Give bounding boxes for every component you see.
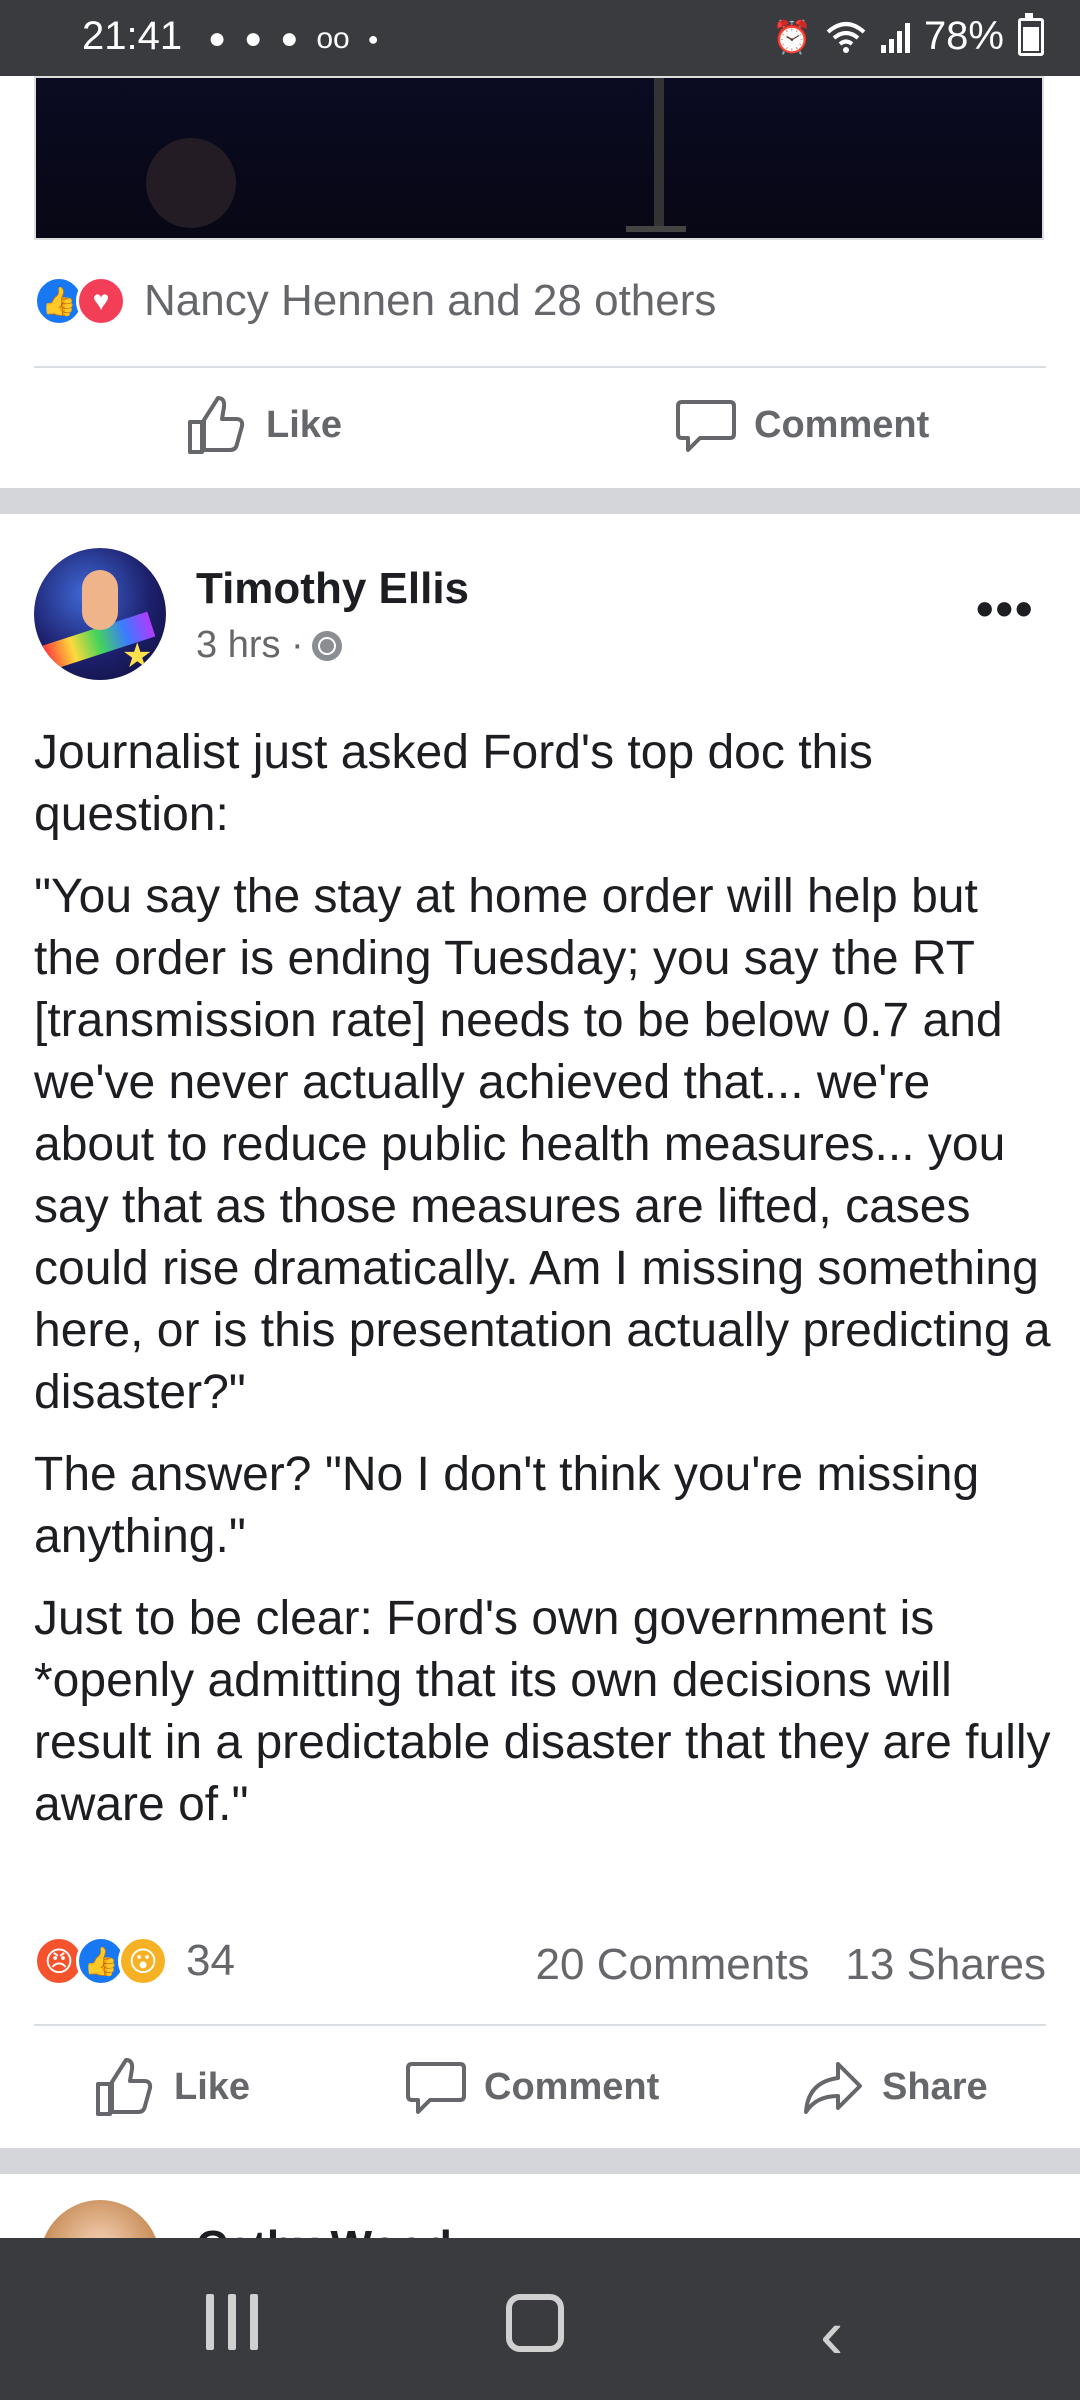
dot-icon: ● bbox=[367, 28, 379, 49]
share-arrow-icon bbox=[804, 2062, 862, 2114]
post-paragraph: Journalist just asked Ford's top doc thi… bbox=[34, 726, 873, 841]
like-button[interactable]: Like bbox=[186, 394, 342, 456]
recent-apps-button[interactable] bbox=[206, 2294, 258, 2350]
chat-icon: ● bbox=[208, 22, 227, 55]
comment-button[interactable]: Comment bbox=[406, 2056, 659, 2118]
divider bbox=[34, 2024, 1046, 2026]
feed-separator bbox=[0, 2148, 1080, 2174]
share-label: Share bbox=[882, 2065, 988, 2108]
reaction-count: 34 bbox=[186, 1936, 235, 1985]
like-label: Like bbox=[174, 2065, 251, 2108]
comment-label: Comment bbox=[754, 403, 930, 446]
voicemail-icon: oo bbox=[316, 22, 350, 55]
comment-icon bbox=[406, 2062, 466, 2114]
avatar[interactable]: ★ bbox=[34, 548, 166, 680]
star-icon: ★ bbox=[122, 637, 153, 675]
system-navigation-bar: ‹ bbox=[0, 2238, 1080, 2400]
reaction-summary[interactable]: 😠 👍 😮 34 bbox=[34, 1936, 235, 1986]
reaction-summary[interactable]: 👍 ♥ Nancy Hennen and 28 others bbox=[34, 276, 716, 326]
share-button[interactable]: Share bbox=[802, 2056, 988, 2118]
thumbs-up-icon bbox=[96, 2058, 153, 2116]
love-reaction-icon: ♥ bbox=[76, 276, 126, 326]
clock: 21:41 bbox=[82, 14, 183, 58]
status-bar: 21:41 ● ● ● oo ● ⏰ 78% bbox=[0, 0, 1080, 76]
post-photo[interactable] bbox=[34, 76, 1044, 240]
battery-percent: 78% bbox=[923, 14, 1004, 58]
thumbs-up-icon bbox=[188, 396, 245, 454]
comment-label: Comment bbox=[484, 2065, 660, 2108]
chat-icon: ● bbox=[280, 22, 299, 55]
chat-icon: ● bbox=[244, 22, 263, 55]
comment-button[interactable]: Comment bbox=[676, 394, 929, 456]
notification-icons: ● ● ● oo ● bbox=[208, 22, 379, 56]
shares-count[interactable]: 13 Shares bbox=[845, 1940, 1046, 1990]
reaction-names: Nancy Hennen and 28 others bbox=[144, 276, 717, 325]
battery-icon bbox=[1018, 12, 1044, 56]
like-button[interactable]: Like bbox=[94, 2056, 250, 2118]
comment-icon bbox=[676, 400, 736, 452]
post-paragraph: Just to be clear: Ford's own government … bbox=[34, 1592, 1051, 1831]
post-stats: 20 Comments 13 Shares bbox=[536, 1940, 1046, 1990]
more-options-icon[interactable]: ••• bbox=[976, 580, 1035, 638]
wifi-icon bbox=[826, 21, 866, 53]
comments-count[interactable]: 20 Comments bbox=[536, 1940, 810, 1990]
post-time[interactable]: 3 hrs · bbox=[196, 624, 304, 667]
feed-separator bbox=[0, 488, 1080, 514]
alarm-icon: ⏰ bbox=[772, 18, 812, 55]
wow-reaction-icon: 😮 bbox=[118, 1936, 168, 1986]
signal-icon bbox=[880, 22, 910, 53]
post-body: Journalist just asked Ford's top doc thi… bbox=[34, 722, 1054, 1856]
back-button[interactable]: ‹ bbox=[820, 2294, 843, 2374]
post-paragraph: The answer? "No I don't think you're mis… bbox=[34, 1448, 980, 1563]
divider bbox=[34, 366, 1046, 368]
post-paragraph: "You say the stay at home order will hel… bbox=[34, 870, 1051, 1419]
home-button[interactable] bbox=[506, 2294, 564, 2352]
like-label: Like bbox=[266, 403, 343, 446]
globe-icon bbox=[311, 630, 342, 661]
status-right: ⏰ 78% bbox=[772, 12, 1044, 59]
post-meta: 3 hrs · bbox=[196, 624, 342, 667]
author-name[interactable]: Timothy Ellis bbox=[196, 564, 469, 614]
